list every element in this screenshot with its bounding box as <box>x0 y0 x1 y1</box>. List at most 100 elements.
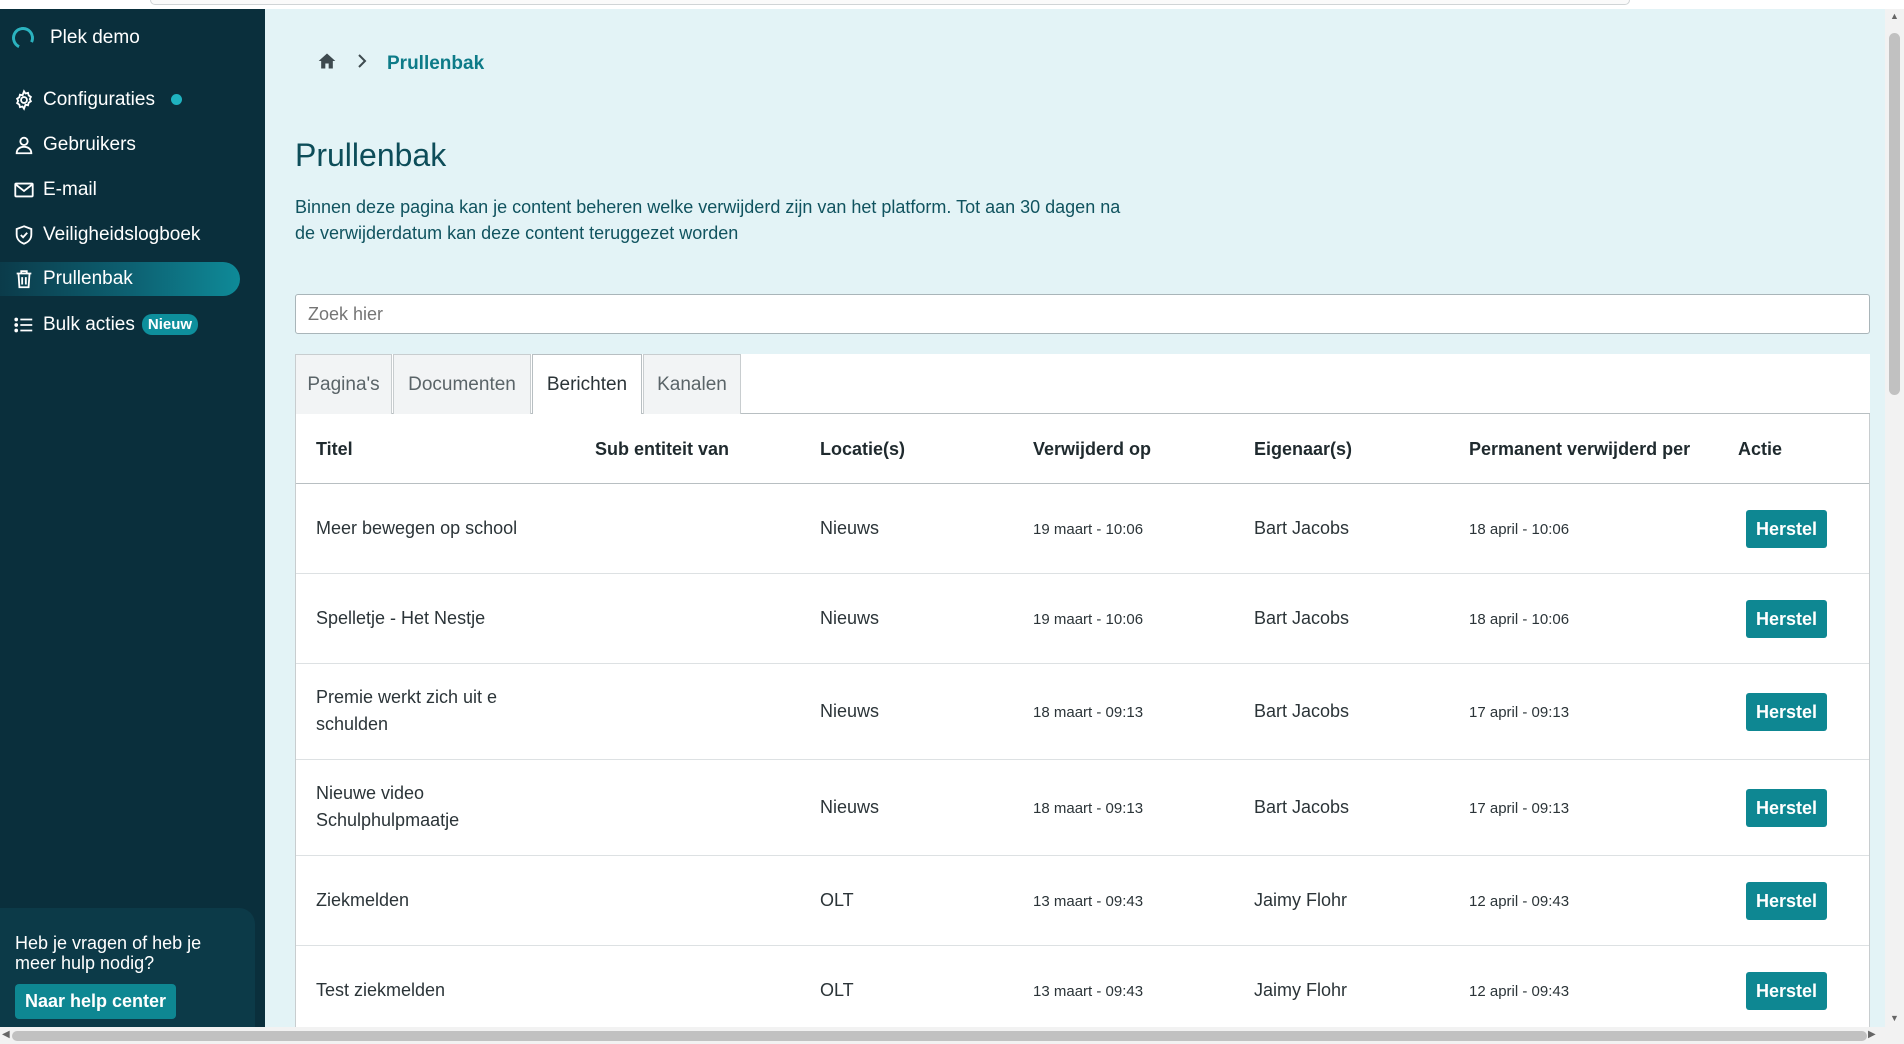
home-icon[interactable] <box>317 51 337 76</box>
browser-top-strip <box>0 0 1904 9</box>
table-row: Ziekmelden OLT 13 maart - 09:43 Jaimy Fl… <box>296 856 1869 946</box>
restore-button[interactable]: Herstel <box>1746 600 1827 638</box>
row-permanent-date: 18 april - 10:06 <box>1469 611 1570 628</box>
row-owner: Bart Jacobs <box>1254 518 1350 538</box>
table-row: Premie werkt zich uit e schulden Nieuws … <box>296 664 1869 760</box>
table-row: Nieuwe video Schulphulpmaatje Nieuws 18 … <box>296 760 1869 856</box>
row-permanent-date: 18 april - 10:06 <box>1469 521 1570 538</box>
row-title: Premie werkt zich uit e schulden <box>316 687 498 734</box>
vertical-scrollbar[interactable]: ▲ ▼ <box>1885 9 1904 1027</box>
row-deleted-date: 13 maart - 09:43 <box>1033 983 1144 1000</box>
gear-icon <box>12 88 36 112</box>
main-content: Prullenbak Prullenbak Binnen deze pagina… <box>265 9 1885 1027</box>
row-location: Nieuws <box>820 518 880 538</box>
address-bar-edge <box>150 0 1630 5</box>
help-text: Heb je vragen of heb je meer hulp nodig? <box>15 933 202 973</box>
tab-berichten[interactable]: Berichten <box>532 354 642 415</box>
table-header: Titel Sub entiteit van Locatie(s) Verwij… <box>296 414 1869 484</box>
row-location: Nieuws <box>820 701 880 721</box>
sidebar-item-label: Prullenbak <box>43 268 133 289</box>
scroll-left-arrow-icon[interactable]: ◀ <box>2 1029 10 1040</box>
row-deleted-date: 13 maart - 09:43 <box>1033 893 1144 910</box>
row-owner: Jaimy Flohr <box>1254 890 1348 910</box>
table-row: Spelletje - Het Nestje Nieuws 19 maart -… <box>296 574 1869 664</box>
row-title: Test ziekmelden <box>316 980 446 1000</box>
table-row: Meer bewegen op school Nieuws 19 maart -… <box>296 484 1869 574</box>
column-header-locaties[interactable]: Locatie(s) <box>820 439 905 460</box>
notification-dot <box>170 94 182 105</box>
sidebar-item-gebruikers[interactable]: Gebruikers <box>0 122 265 167</box>
row-permanent-date: 12 april - 09:43 <box>1469 983 1570 1000</box>
plek-logo-icon <box>8 23 38 53</box>
column-header-titel[interactable]: Titel <box>316 439 353 460</box>
restore-button[interactable]: Herstel <box>1746 693 1827 731</box>
tab-paginas[interactable]: Pagina's <box>295 354 392 414</box>
row-title: Spelletje - Het Nestje <box>316 608 486 628</box>
list-icon <box>12 313 36 337</box>
row-location: Nieuws <box>820 797 880 817</box>
shield-icon <box>12 223 36 247</box>
scroll-right-arrow-icon[interactable]: ▶ <box>1868 1029 1876 1040</box>
restore-button[interactable]: Herstel <box>1746 882 1827 920</box>
restore-button[interactable]: Herstel <box>1746 510 1827 548</box>
sidebar-item-label: Gebruikers <box>43 133 136 155</box>
tab-kanalen[interactable]: Kanalen <box>643 354 741 414</box>
breadcrumb: Prullenbak <box>317 51 484 76</box>
search-input[interactable] <box>295 294 1870 334</box>
horizontal-scroll-thumb[interactable] <box>12 1031 1867 1041</box>
app-name: Plek demo <box>50 27 140 48</box>
tab-bar: Pagina's Documenten Berichten Kanalen <box>295 354 1870 415</box>
sidebar-item-veiligheidslogboek[interactable]: Veiligheidslogboek <box>0 212 265 257</box>
sidebar: Plek demo Configuraties Gebruikers E-mai… <box>0 9 265 1027</box>
help-center-button[interactable]: Naar help center <box>15 984 177 1019</box>
sidebar-item-label: Veiligheidslogboek <box>43 223 201 245</box>
vertical-scroll-thumb[interactable] <box>1889 33 1900 395</box>
scroll-down-arrow-icon[interactable]: ▼ <box>1890 1013 1899 1023</box>
row-title: Ziekmelden <box>316 890 410 910</box>
row-permanent-date: 17 april - 09:13 <box>1469 800 1570 817</box>
sidebar-item-label: Bulk acties <box>43 313 135 335</box>
scroll-up-arrow-icon[interactable]: ▲ <box>1890 11 1899 21</box>
column-header-actie: Actie <box>1738 439 1783 459</box>
row-deleted-date: 18 maart - 09:13 <box>1033 800 1144 817</box>
column-header-permanent-verwijderd[interactable]: Permanent verwijderd per <box>1469 439 1690 460</box>
brand[interactable]: Plek demo <box>8 23 140 53</box>
new-badge: Nieuw <box>141 314 199 335</box>
restore-button[interactable]: Herstel <box>1746 972 1827 1010</box>
sidebar-item-label: Configuraties <box>43 88 155 110</box>
row-title: Meer bewegen op school <box>316 518 518 538</box>
sidebar-item-label: E-mail <box>43 178 97 200</box>
mail-icon <box>12 178 36 202</box>
row-location: OLT <box>820 980 854 1000</box>
user-icon <box>12 133 36 157</box>
row-location: Nieuws <box>820 608 880 628</box>
sidebar-item-prullenbak[interactable]: Prullenbak <box>0 262 240 296</box>
sidebar-item-email[interactable]: E-mail <box>0 167 265 212</box>
row-permanent-date: 12 april - 09:43 <box>1469 893 1570 910</box>
chevron-right-icon <box>357 53 367 74</box>
trash-icon <box>12 267 36 291</box>
column-header-sub-entiteit[interactable]: Sub entiteit van <box>595 439 729 460</box>
sidebar-item-configuraties[interactable]: Configuraties <box>0 77 265 122</box>
row-title: Nieuwe video Schulphulpmaatje <box>316 783 460 830</box>
row-owner: Jaimy Flohr <box>1254 980 1348 1000</box>
breadcrumb-current[interactable]: Prullenbak <box>387 53 484 75</box>
column-header-eigenaars[interactable]: Eigenaar(s) <box>1254 439 1352 460</box>
row-deleted-date: 18 maart - 09:13 <box>1033 704 1144 721</box>
tab-documenten[interactable]: Documenten <box>393 354 531 414</box>
horizontal-scrollbar[interactable]: ◀ ▶ <box>0 1027 1904 1044</box>
row-owner: Bart Jacobs <box>1254 797 1350 817</box>
row-deleted-date: 19 maart - 10:06 <box>1033 521 1144 538</box>
row-permanent-date: 17 april - 09:13 <box>1469 704 1570 721</box>
trash-table: Titel Sub entiteit van Locatie(s) Verwij… <box>295 414 1870 1027</box>
sidebar-item-bulk-acties[interactable]: Bulk acties Nieuw <box>0 302 265 347</box>
column-header-verwijderd-op[interactable]: Verwijderd op <box>1033 439 1151 460</box>
page-description: Binnen deze pagina kan je content behere… <box>295 197 1121 243</box>
row-location: OLT <box>820 890 854 910</box>
row-owner: Bart Jacobs <box>1254 608 1350 628</box>
table-row: Test ziekmelden OLT 13 maart - 09:43 Jai… <box>296 946 1869 1027</box>
page-title: Prullenbak <box>295 137 447 173</box>
help-card: Heb je vragen of heb je meer hulp nodig?… <box>0 908 255 1027</box>
restore-button[interactable]: Herstel <box>1746 789 1827 827</box>
row-owner: Bart Jacobs <box>1254 701 1350 721</box>
